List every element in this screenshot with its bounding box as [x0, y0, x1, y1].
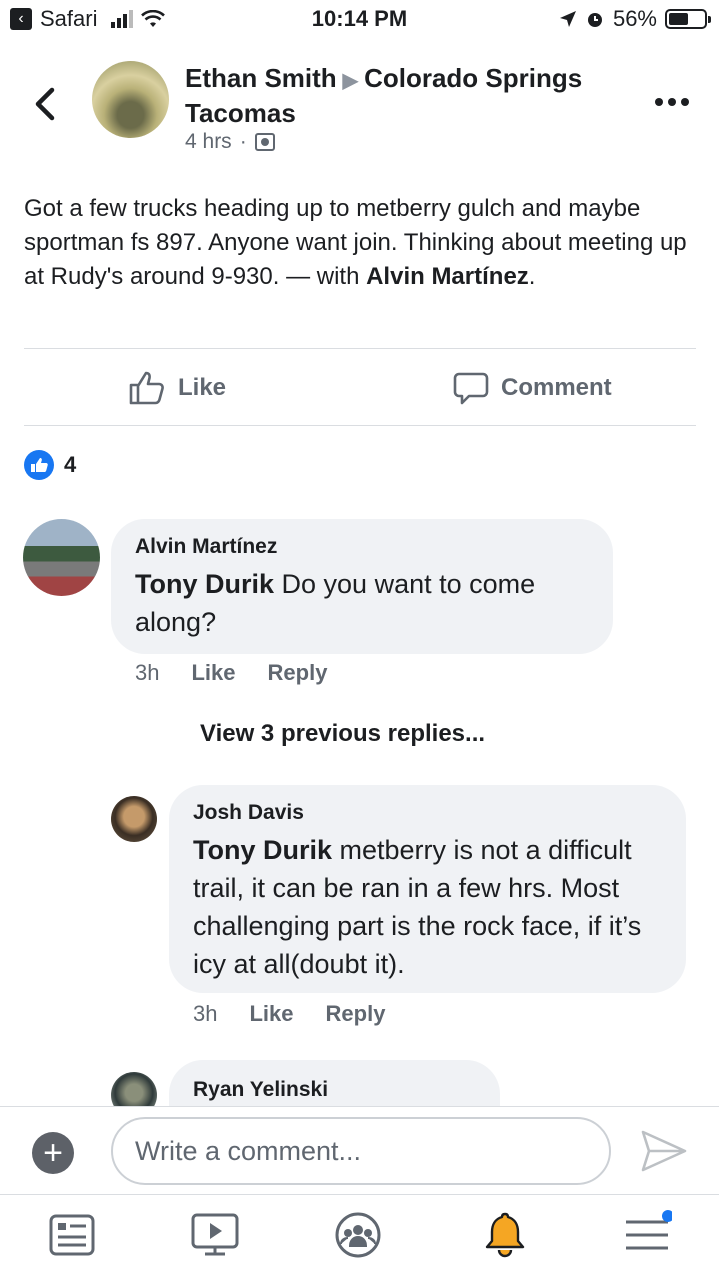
- status-bar: ‹ Safari 10:14 PM 56%: [0, 0, 719, 40]
- comment-input[interactable]: Write a comment...: [111, 1117, 611, 1185]
- author-avatar[interactable]: [92, 61, 169, 138]
- post-end: .: [528, 263, 536, 290]
- like-icon: [129, 371, 164, 405]
- send-icon[interactable]: [640, 1128, 688, 1174]
- comment-text: Tony Durik Do you want to come along?: [135, 565, 589, 641]
- comment-actions: 3h Like Reply: [135, 660, 327, 686]
- comment-label: Comment: [501, 374, 612, 401]
- status-right: 56%: [559, 6, 711, 32]
- news-feed-icon[interactable]: [47, 1210, 97, 1260]
- meta-separator: ·: [239, 130, 247, 153]
- battery-percent: 56%: [612, 6, 657, 31]
- comment-icon: [453, 372, 489, 405]
- reply-reply-button[interactable]: Reply: [326, 1001, 386, 1027]
- watch-icon[interactable]: [190, 1210, 240, 1260]
- reaction-count: 4: [64, 452, 77, 477]
- notifications-bell-icon[interactable]: [480, 1210, 530, 1260]
- plus-icon[interactable]: +: [32, 1132, 74, 1174]
- post-meta: 4 hrs ·: [185, 130, 275, 154]
- post-time[interactable]: 4 hrs: [185, 130, 232, 154]
- group-audience-icon: [254, 133, 275, 151]
- reply-actions: 3h Like Reply: [193, 1001, 385, 1027]
- reply-time: 3h: [193, 1001, 218, 1026]
- post-body: Got a few trucks heading up to metberry …: [24, 195, 687, 290]
- groups-icon[interactable]: [333, 1210, 383, 1260]
- post-text: Got a few trucks heading up to metberry …: [24, 192, 696, 294]
- battery-icon: [665, 9, 711, 29]
- view-previous-replies[interactable]: View 3 previous replies...: [200, 720, 485, 748]
- commenter-avatar[interactable]: [23, 519, 100, 596]
- divider: [24, 425, 696, 426]
- mention[interactable]: Tony Durik: [135, 569, 274, 599]
- back-arrow-icon[interactable]: [28, 80, 64, 128]
- more-options-icon[interactable]: [655, 98, 689, 106]
- tagged-user[interactable]: Alvin Martínez: [366, 263, 529, 290]
- location-icon: [559, 11, 576, 27]
- comment-reply-button[interactable]: Reply: [268, 660, 328, 686]
- author-name[interactable]: Ethan Smith: [185, 63, 337, 93]
- comment-time: 3h: [135, 660, 160, 685]
- menu-icon[interactable]: [622, 1210, 672, 1260]
- arrow-right-icon: ▶: [342, 70, 359, 92]
- like-button[interactable]: Like: [128, 368, 226, 408]
- comment-button[interactable]: Comment: [453, 368, 612, 408]
- comment-bubble: Alvin Martínez Tony Durik Do you want to…: [111, 519, 613, 654]
- reply-bubble: Josh Davis Tony Durik metberry is not a …: [169, 785, 686, 993]
- post-header-title: Ethan Smith ▶ Colorado Springs Tacomas: [185, 62, 625, 129]
- commenter-name[interactable]: Alvin Martínez: [135, 535, 589, 559]
- battery-fill: [669, 13, 689, 25]
- divider: [24, 348, 696, 349]
- like-label: Like: [178, 374, 227, 401]
- reply-name[interactable]: Ryan Yelinski: [193, 1078, 476, 1102]
- reply-name[interactable]: Josh Davis: [193, 801, 662, 825]
- like-reaction-icon: [24, 450, 54, 480]
- alarm-icon: [587, 13, 602, 27]
- reaction-summary[interactable]: 4: [24, 450, 76, 480]
- mention[interactable]: Tony Durik: [193, 835, 332, 865]
- reply-text: Tony Durik metberry is not a difficult t…: [193, 831, 662, 983]
- reply-avatar[interactable]: [111, 796, 157, 842]
- comment-like-button[interactable]: Like: [191, 660, 235, 686]
- reply-like-button[interactable]: Like: [249, 1001, 293, 1027]
